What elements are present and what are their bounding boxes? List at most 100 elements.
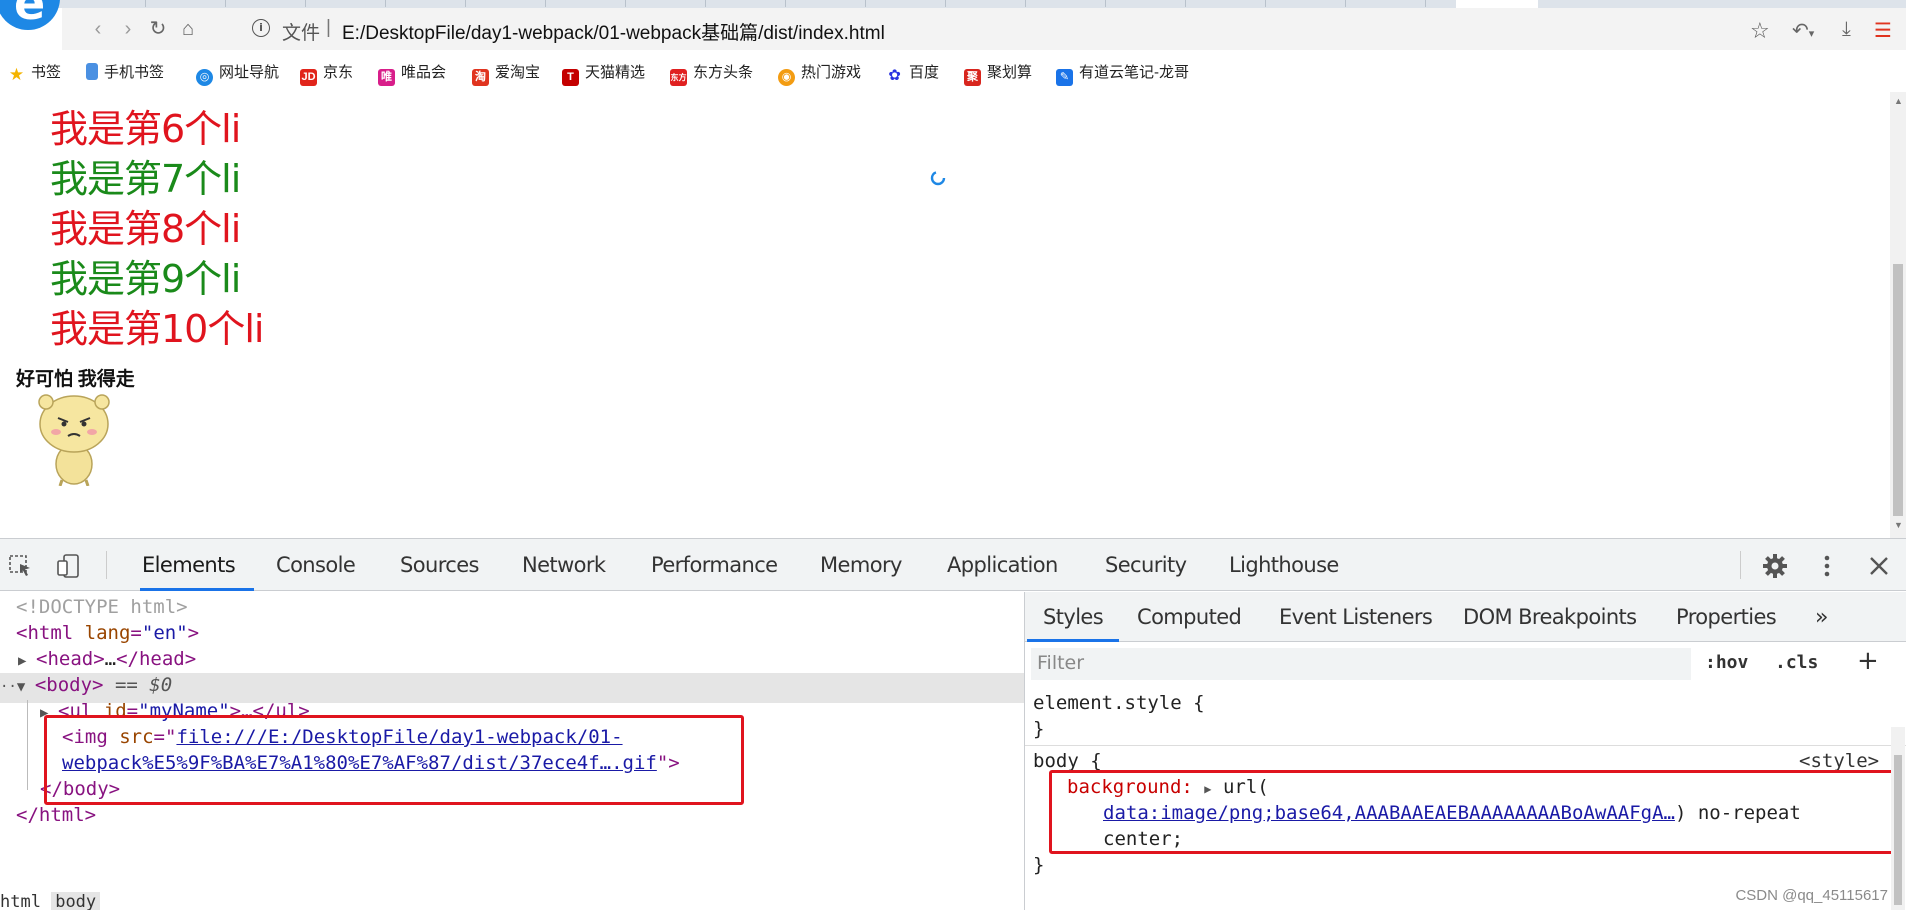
address-url[interactable]: E:/DesktopFile/day1-webpack/01-webpack基础… — [342, 18, 885, 45]
tab-sources[interactable]: Sources — [400, 553, 479, 577]
collapse-triangle-icon[interactable]: ▼ — [17, 679, 35, 695]
crumb-html[interactable]: html — [0, 892, 41, 910]
styles-tab-bar: Styles Computed Event Listeners DOM Brea… — [1025, 592, 1906, 642]
dom-html-close[interactable]: </html> — [16, 804, 96, 826]
reload-icon[interactable]: ↻ — [144, 16, 172, 42]
browser-tab[interactable] — [466, 0, 546, 7]
elements-dom-tree: <!DOCTYPE html> <html lang="en"> ▶ <head>… — [0, 592, 1024, 910]
browser-tab[interactable] — [1186, 0, 1266, 7]
dom-head[interactable]: ▶ <head>…</head> — [18, 648, 196, 670]
element-style-selector[interactable]: element.style { — [1033, 692, 1205, 714]
more-tabs-chevron-icon[interactable]: » — [1815, 605, 1828, 630]
scroll-thumb[interactable] — [1894, 755, 1902, 905]
bookmark-item[interactable]: 手机书签 — [86, 61, 164, 82]
cls-toggle[interactable]: .cls — [1775, 652, 1818, 673]
forward-arrow-icon[interactable]: › — [114, 16, 142, 42]
bookmark-label: 书签 — [31, 64, 62, 81]
more-options-icon[interactable] — [1814, 553, 1840, 579]
youdao-note-icon: ✎ — [1056, 69, 1073, 86]
styles-scrollbar[interactable] — [1891, 727, 1905, 910]
menu-icon[interactable]: ☰ — [1874, 18, 1892, 43]
bookmark-label: 有道云笔记-龙哥 — [1079, 64, 1189, 81]
browser-tab[interactable] — [706, 0, 786, 7]
browser-tab[interactable] — [1346, 0, 1426, 7]
tmall-icon: T — [562, 69, 579, 86]
browser-tab[interactable] — [546, 0, 626, 7]
bookmark-item[interactable]: ✎ 有道云笔记-龙哥 — [1056, 61, 1189, 86]
back-arrow-icon[interactable]: ‹ — [84, 16, 112, 42]
tab-dom-breakpoints[interactable]: DOM Breakpoints — [1463, 605, 1637, 629]
bookmark-item[interactable]: ✿ 百度 — [886, 61, 939, 84]
address-bar[interactable]: i 文件 | E:/DesktopFile/day1-webpack/01-we… — [242, 13, 1810, 45]
scroll-down-icon[interactable]: ▼ — [1894, 520, 1903, 530]
bookmarks-bar: ★ 书签 手机书签 ◎ 网址导航 JD 京东 唯唯品会 淘爱淘宝 T 天猫精选 东方 东方… — [0, 50, 1906, 92]
expand-triangle-icon[interactable]: ▶ — [18, 653, 36, 669]
bookmark-item[interactable]: ★ 书签 — [8, 61, 61, 83]
bookmark-item[interactable]: T 天猫精选 — [562, 61, 645, 86]
styles-filter-input[interactable]: Filter — [1031, 648, 1691, 680]
tab-computed[interactable]: Computed — [1137, 605, 1242, 629]
browser-tab[interactable] — [306, 0, 386, 7]
browser-tab[interactable] — [946, 0, 1026, 7]
browser-tab[interactable] — [1106, 0, 1186, 7]
page-scrollbar[interactable]: ▲ ▼ — [1890, 92, 1906, 538]
inspect-element-icon[interactable] — [8, 553, 34, 579]
devtools-panel: Elements Console Sources Network Perform… — [0, 538, 1906, 910]
dom-html-open[interactable]: <html lang="en"> — [16, 622, 199, 644]
bookmark-item[interactable]: ◎ 网址导航 — [196, 61, 279, 86]
browser-tab[interactable] — [1026, 0, 1106, 7]
info-icon[interactable]: i — [252, 19, 270, 37]
watermark: CSDN @qq_45115617 — [1735, 887, 1888, 904]
hov-toggle[interactable]: :hov — [1705, 652, 1748, 673]
browser-tab-active[interactable] — [1456, 0, 1538, 8]
home-icon[interactable]: ⌂ — [174, 16, 202, 42]
tab-application[interactable]: Application — [947, 553, 1058, 577]
browser-tab[interactable] — [786, 0, 866, 7]
bookmark-item[interactable]: ◉ 热门游戏 — [778, 61, 861, 86]
bookmark-item[interactable]: 唯唯品会 — [378, 61, 446, 86]
loading-spinner-icon — [930, 170, 946, 186]
browser-tab[interactable] — [146, 0, 226, 7]
crumb-body[interactable]: body — [51, 892, 101, 910]
close-brace: } — [1033, 854, 1045, 876]
tab-security[interactable]: Security — [1105, 553, 1187, 577]
address-separator: | — [326, 17, 331, 38]
settings-gear-icon[interactable] — [1762, 553, 1788, 579]
bookmark-item[interactable]: JD 京东 — [300, 61, 353, 86]
bookmark-item[interactable]: 淘爱淘宝 — [472, 61, 540, 86]
tab-properties[interactable]: Properties — [1676, 605, 1777, 629]
bookmark-label: 百度 — [909, 64, 940, 81]
scroll-up-icon[interactable]: ▲ — [1894, 96, 1903, 106]
list-item: 我是第9个li — [50, 257, 241, 301]
browser-logo-icon[interactable]: e — [0, 0, 62, 34]
close-icon[interactable] — [1866, 553, 1892, 579]
device-toolbar-icon[interactable] — [56, 553, 82, 579]
browser-tab[interactable] — [1266, 0, 1346, 7]
bookmark-label: 聚划算 — [987, 64, 1033, 81]
tab-performance[interactable]: Performance — [651, 553, 778, 577]
new-rule-plus-icon[interactable]: + — [1857, 646, 1879, 676]
body-rule-selector[interactable]: body { — [1033, 750, 1102, 772]
download-icon[interactable]: ⤓ — [1842, 18, 1851, 41]
browser-tab[interactable] — [62, 0, 146, 7]
bookmark-star-icon[interactable]: ☆ — [1750, 18, 1770, 44]
scroll-thumb[interactable] — [1893, 264, 1903, 516]
browser-tab[interactable] — [626, 0, 706, 7]
bookmark-item[interactable]: 东方 东方头条 — [670, 61, 753, 86]
bookmark-item[interactable]: 聚聚划算 — [964, 61, 1032, 86]
tab-memory[interactable]: Memory — [820, 553, 902, 577]
dom-body-open[interactable]: ··▼ <body> == $0 — [0, 674, 172, 696]
tab-console[interactable]: Console — [276, 553, 356, 577]
tab-lighthouse[interactable]: Lighthouse — [1229, 553, 1339, 577]
dom-doctype[interactable]: <!DOCTYPE html> — [16, 596, 188, 618]
close-brace: } — [1033, 718, 1045, 740]
browser-tab[interactable] — [866, 0, 946, 7]
tab-elements[interactable]: Elements — [142, 553, 236, 577]
tab-event-listeners[interactable]: Event Listeners — [1279, 605, 1433, 629]
browser-tab[interactable] — [226, 0, 306, 7]
tab-network[interactable]: Network — [522, 553, 606, 577]
undo-icon[interactable]: ↶▾ — [1792, 18, 1814, 43]
tab-styles[interactable]: Styles — [1043, 605, 1104, 629]
style-source-link[interactable]: <style> — [1799, 750, 1879, 772]
browser-tab[interactable] — [386, 0, 466, 7]
